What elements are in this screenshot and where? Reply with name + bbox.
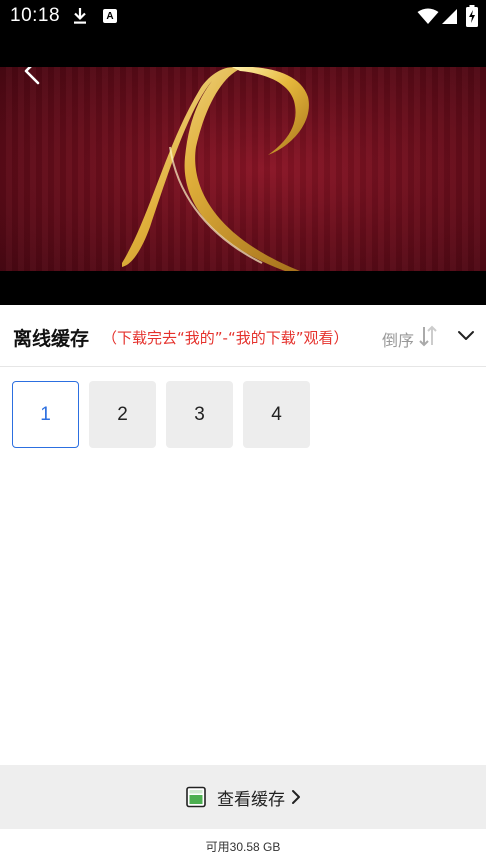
video-player[interactable]	[0, 67, 486, 271]
signal-icon	[442, 9, 457, 24]
episode-number: 1	[40, 403, 51, 425]
chevron-right-icon	[292, 790, 300, 804]
bottom-bar: 查看缓存	[0, 765, 486, 829]
episode-number: 4	[271, 403, 282, 425]
video-letterbox-top	[0, 34, 486, 67]
status-time: 10:18	[10, 5, 61, 26]
episode-tile-3[interactable]: 3	[166, 381, 233, 448]
view-cache-button[interactable]: 查看缓存	[0, 765, 486, 829]
download-icon	[74, 8, 86, 24]
offline-cache-header: 离线缓存 （下载完去“我的”-“我的下载”观看） 倒序	[0, 305, 486, 367]
wifi-icon	[417, 8, 439, 24]
episode-tile-2[interactable]: 2	[89, 381, 156, 448]
episode-tile-4[interactable]: 4	[243, 381, 310, 448]
video-letterbox-bottom	[0, 271, 486, 305]
sort-order-button[interactable]: 倒序	[382, 327, 414, 351]
back-button[interactable]	[16, 67, 48, 93]
status-bar: 10:18 A	[0, 0, 486, 34]
view-cache-label: 查看缓存	[217, 789, 285, 810]
sd-card-icon	[186, 786, 206, 808]
download-hint: （下载完去“我的”-“我的下载”观看）	[102, 329, 349, 347]
episode-number: 3	[194, 403, 205, 425]
a-letter-text: A	[106, 10, 114, 22]
chevron-down-icon[interactable]	[457, 329, 475, 343]
video-frame-artwork	[122, 67, 309, 271]
battery-icon	[466, 5, 478, 27]
episode-number: 2	[117, 403, 128, 425]
page-title: 离线缓存	[13, 328, 90, 350]
available-storage: 可用30.58 GB	[205, 840, 281, 854]
episode-tile-1[interactable]: 1	[12, 381, 79, 448]
chevron-left-icon	[24, 67, 40, 85]
a-letter-icon: A	[103, 9, 117, 23]
sort-arrows-icon[interactable]	[418, 325, 438, 347]
